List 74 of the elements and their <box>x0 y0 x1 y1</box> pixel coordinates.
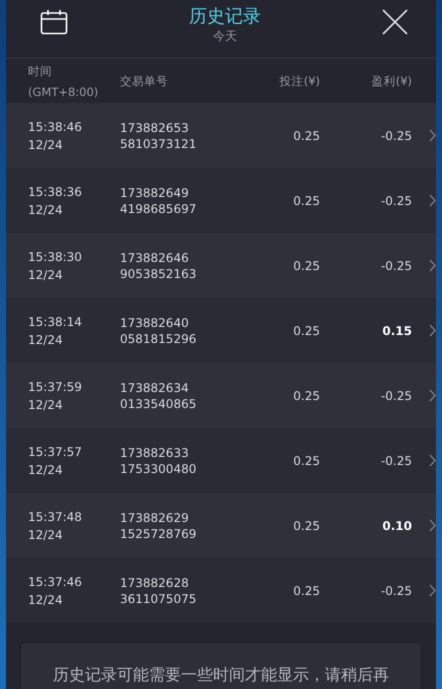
time-text: 15:38:14 <box>28 314 83 328</box>
calendar-icon[interactable] <box>40 8 68 34</box>
date-text: 12/24 <box>28 138 64 152</box>
time-text: 15:38:30 <box>28 250 83 264</box>
order-number: 173882646 <box>120 250 190 264</box>
date-text: 12/24 <box>28 528 64 542</box>
profit-text: 0.10 <box>381 518 412 532</box>
profit-text: -0.25 <box>380 128 412 142</box>
time-text: 15:38:46 <box>28 120 83 134</box>
date-text: 12/24 <box>28 592 64 606</box>
stake-text: 0.25 <box>292 128 320 142</box>
chevron-right-icon <box>429 129 436 142</box>
order-number: 173882629 <box>120 510 190 524</box>
history-row[interactable]: 15:37:46 12/24 173882628 3611075075 0.25 -0.25 <box>6 558 436 623</box>
history-row[interactable]: 15:38:14 12/24 173882640 0581815296 0.25 0.15 <box>6 298 436 363</box>
order-number: 173882640 <box>120 316 190 330</box>
date-text: 12/24 <box>28 398 64 412</box>
history-row[interactable]: 15:37:59 12/24 173882634 0133540865 0.25 -0.25 <box>6 363 436 428</box>
history-row[interactable]: 15:38:46 12/24 173882653 5810373121 0.25 -0.25 <box>6 103 436 168</box>
profit-text: -0.25 <box>380 454 412 468</box>
chevron-right-icon <box>429 324 436 337</box>
close-icon[interactable] <box>382 8 408 34</box>
order-number: 3611075075 <box>120 592 198 606</box>
column-header: 时间 <box>28 64 53 78</box>
stake-text: 0.25 <box>292 584 320 598</box>
column-header: 投注(¥) <box>278 74 320 88</box>
order-number: 173882628 <box>120 576 190 590</box>
order-number: 4198685697 <box>120 202 198 216</box>
notice-text: 历史记录可能需要一些时间才能显示，请稍后再 <box>53 665 389 684</box>
history-row[interactable]: 15:38:30 12/24 173882646 9053852163 0.25 -0.25 <box>6 233 436 298</box>
column-header: 盈利(¥) <box>370 74 412 88</box>
order-number: 1753300480 <box>120 462 198 476</box>
column-header: 交易单号 <box>120 74 169 88</box>
order-number: 9053852163 <box>120 266 198 280</box>
time-text: 15:37:48 <box>28 510 83 524</box>
order-number: 173882633 <box>120 446 190 460</box>
history-row[interactable]: 15:37:57 12/24 173882633 1753300480 0.25 -0.25 <box>6 428 436 493</box>
column-header: (GMT+8:00) <box>28 84 100 98</box>
profit-text: -0.25 <box>380 388 412 402</box>
stake-text: 0.25 <box>292 194 320 208</box>
stake-text: 0.25 <box>292 388 320 402</box>
time-text: 15:38:36 <box>28 184 83 198</box>
chevron-right-icon <box>429 454 436 467</box>
time-text: 15:37:46 <box>28 574 83 588</box>
chevron-right-icon <box>429 259 436 272</box>
chevron-right-icon <box>429 389 436 402</box>
order-number: 0133540865 <box>120 396 198 410</box>
order-number: 173882649 <box>120 186 190 200</box>
date-text: 12/24 <box>28 332 64 346</box>
order-number: 1525728769 <box>120 526 198 540</box>
date-text: 12/24 <box>28 268 64 282</box>
window-title: 历史记录 <box>189 5 261 28</box>
stake-text: 0.25 <box>292 454 320 468</box>
profit-text: -0.25 <box>380 258 412 272</box>
history-row[interactable]: 15:37:48 12/24 173882629 1525728769 0.25 0.10 <box>6 493 436 558</box>
history-row[interactable]: 15:38:36 12/24 173882649 4198685697 0.25 -0.25 <box>6 168 436 233</box>
date-filter[interactable]: 今天 <box>213 28 237 45</box>
profit-text: -0.25 <box>380 194 412 208</box>
profit-text: -0.25 <box>380 584 412 598</box>
stake-text: 0.25 <box>292 258 320 272</box>
chevron-right-icon <box>429 519 436 532</box>
order-number: 173882634 <box>120 380 190 394</box>
chevron-right-icon <box>429 194 436 207</box>
chevron-right-icon <box>429 584 436 597</box>
stake-text: 0.25 <box>292 518 320 532</box>
time-text: 15:37:57 <box>28 444 83 458</box>
profit-text: 0.15 <box>381 324 412 338</box>
date-text: 12/24 <box>28 462 64 476</box>
order-number: 173882653 <box>120 120 190 134</box>
stake-text: 0.25 <box>292 324 320 338</box>
time-text: 15:37:59 <box>28 380 83 394</box>
date-text: 12/24 <box>28 202 64 216</box>
order-number: 0581815296 <box>120 332 198 346</box>
order-number: 5810373121 <box>120 136 198 150</box>
